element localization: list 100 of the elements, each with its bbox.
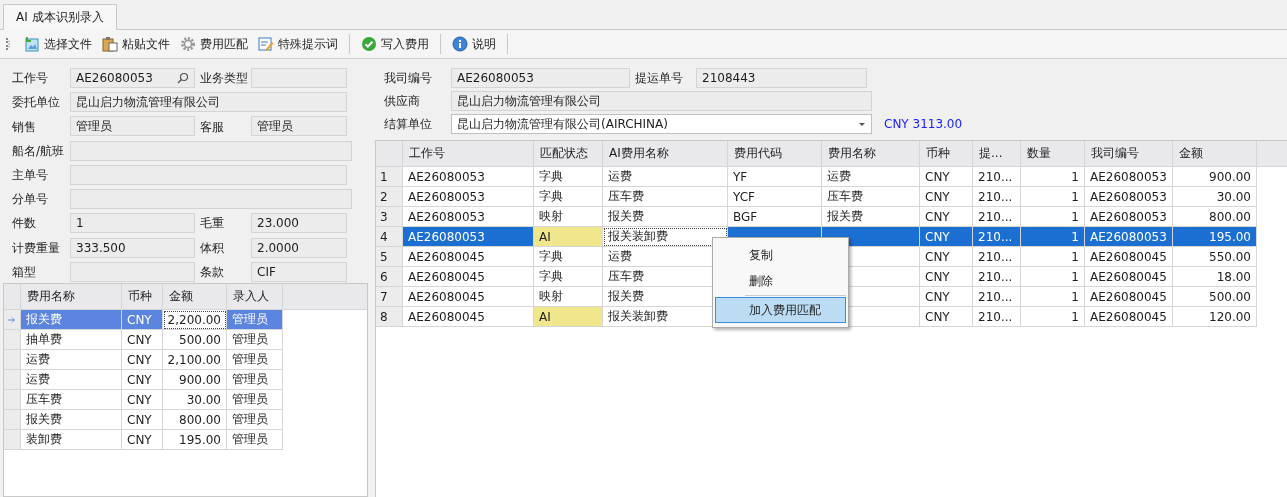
table-cell: 195.00 <box>1173 227 1257 247</box>
field-label: 提运单号 <box>635 69 684 87</box>
table-cell: 120.00 <box>1173 307 1257 327</box>
input-field[interactable]: AE26080053 <box>70 68 195 88</box>
table-cell: 报关费 <box>21 310 122 330</box>
input-field[interactable]: AE26080053 <box>451 68 630 88</box>
field-label: 供应商 <box>384 92 421 110</box>
table-cell: AI <box>534 227 603 247</box>
menu-item[interactable]: 加入费用匹配 <box>715 297 846 323</box>
table-cell: CNY <box>920 227 973 247</box>
field-label: 我司编号 <box>384 69 433 87</box>
field-label: 条款 <box>200 263 225 281</box>
toolbar-button[interactable]: 费用匹配 <box>176 32 252 56</box>
field-label: 工作号 <box>12 70 49 88</box>
current-row-arrow-icon <box>8 315 16 324</box>
input-field[interactable]: 2108443 <box>696 68 867 88</box>
table-cell: CNY <box>122 310 163 330</box>
field-label: 船名/航班 <box>12 142 66 160</box>
check-icon <box>361 36 377 52</box>
column-header[interactable]: 我司编号 <box>1085 141 1173 167</box>
input-field[interactable]: 1 <box>70 213 195 234</box>
field-label: 毛重 <box>200 215 225 233</box>
column-header[interactable]: 费用名称 <box>822 141 920 167</box>
info-icon <box>452 36 468 52</box>
input-field[interactable] <box>70 261 195 282</box>
row-number: 2 <box>376 187 403 207</box>
table-cell: 1 <box>1021 307 1085 327</box>
field-label: 分单号 <box>12 191 49 209</box>
table-cell: AE26080045 <box>1085 307 1173 327</box>
table-cell: AI <box>534 307 603 327</box>
field-label: 体积 <box>200 239 225 257</box>
row-number: 4 <box>376 227 403 247</box>
column-header[interactable]: 币种 <box>920 141 973 167</box>
input-field[interactable]: 23.000 <box>251 213 347 234</box>
grip-icon <box>6 38 10 50</box>
input-field[interactable] <box>70 164 347 185</box>
field-label: 结算单位 <box>384 115 433 133</box>
column-header[interactable]: 录入人 <box>227 284 283 310</box>
input-field[interactable]: CIF <box>251 261 347 282</box>
header-filler <box>1257 141 1287 167</box>
tab[interactable]: AI 成本识别录入 <box>3 4 117 30</box>
row-number: 7 <box>376 287 403 307</box>
row-number: 3 <box>376 207 403 227</box>
row-number: 6 <box>376 267 403 287</box>
toolbar-button[interactable]: 选择文件 <box>20 32 96 56</box>
header-corner <box>376 141 403 167</box>
dropdown-arrow-icon[interactable] <box>858 121 866 127</box>
toolbar-button[interactable]: 写入费用 <box>357 32 433 56</box>
row-number: 1 <box>376 167 403 187</box>
table-cell: AE26080053 <box>1085 227 1173 247</box>
column-header[interactable]: 金额 <box>1173 141 1257 167</box>
column-header[interactable]: 费用名称 <box>21 284 122 310</box>
input-field[interactable] <box>70 189 352 210</box>
table-cell: 报关装卸费 <box>603 227 728 247</box>
dropdown-field[interactable]: 昆山启力物流管理有限公司(AIRCHINA) <box>451 114 872 134</box>
input-field[interactable]: 管理员 <box>251 116 347 137</box>
table-cell: CNY <box>920 307 973 327</box>
field-label: 件数 <box>12 215 37 233</box>
toolbar-button[interactable]: 粘贴文件 <box>98 32 174 56</box>
table-cell: 2,200.00 <box>163 310 227 330</box>
input-field[interactable] <box>70 140 352 161</box>
table-cell: AE26080053 <box>403 227 534 247</box>
column-header[interactable]: 金额 <box>163 284 227 310</box>
row-number: 5 <box>376 247 403 267</box>
field-label: 箱型 <box>12 263 37 281</box>
field-label: 业务类型 <box>200 70 249 88</box>
table-cell: 装卸费 <box>21 430 122 450</box>
column-header[interactable]: 数量 <box>1021 141 1085 167</box>
column-header[interactable]: AI费用名称 <box>603 141 728 167</box>
row-number: 8 <box>376 307 403 327</box>
table-cell: 195.00 <box>163 430 227 450</box>
input-field[interactable]: 昆山启力物流管理有限公司 <box>70 92 347 113</box>
header-corner <box>4 284 21 310</box>
toolbar-button[interactable]: 特殊提示词 <box>254 32 342 56</box>
field-label: 销售 <box>12 118 37 136</box>
column-header[interactable]: 工作号 <box>403 141 534 167</box>
column-header[interactable]: 匹配状态 <box>534 141 603 167</box>
column-header[interactable]: 费用代码 <box>728 141 822 167</box>
clipboard-icon <box>102 36 118 52</box>
field-label: 客服 <box>200 118 225 136</box>
toolbar-button[interactable]: 说明 <box>448 32 500 56</box>
field-label: 主单号 <box>12 167 49 184</box>
input-field[interactable]: 333.500 <box>70 237 195 258</box>
gear-icon <box>180 36 196 52</box>
table-cell: 管理员 <box>227 430 283 450</box>
column-header[interactable]: 币种 <box>122 284 163 310</box>
table-cell: 210... <box>973 227 1021 247</box>
field-label: 计费重量 <box>12 239 61 257</box>
table-cell: 210... <box>973 307 1021 327</box>
input-field[interactable]: 昆山启力物流管理有限公司 <box>451 91 872 111</box>
edit-icon <box>258 36 274 52</box>
input-field[interactable]: 管理员 <box>70 116 195 137</box>
input-field[interactable] <box>251 68 347 88</box>
image-file-icon <box>24 36 40 52</box>
table-cell: CNY <box>122 430 163 450</box>
total-amount: CNY 3113.00 <box>884 116 963 133</box>
input-field[interactable]: 2.0000 <box>251 237 347 258</box>
table-cell: 管理员 <box>227 310 283 330</box>
column-header[interactable]: 提... <box>973 141 1021 167</box>
table-cell: 1 <box>1021 227 1085 247</box>
